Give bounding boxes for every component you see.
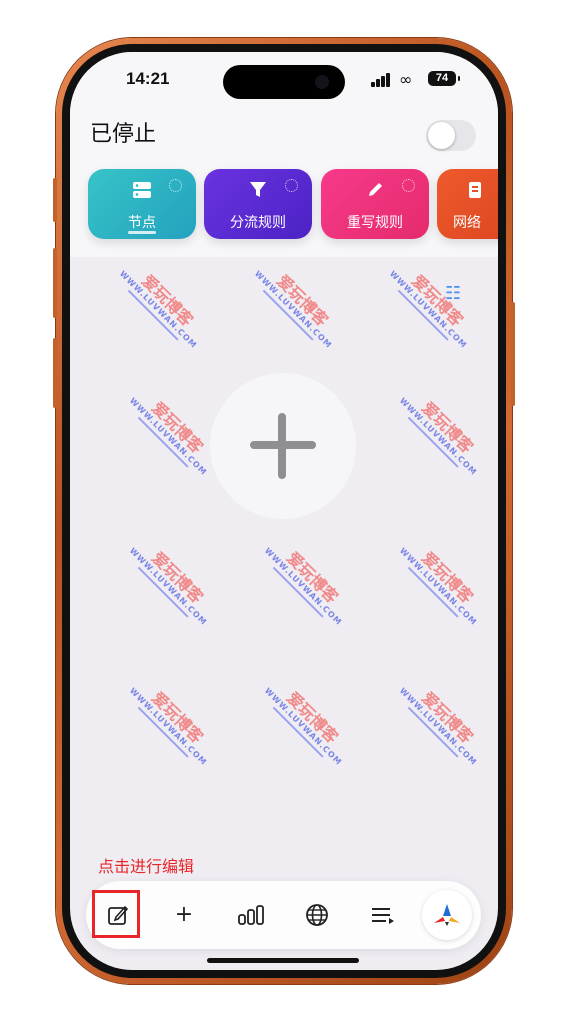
action-button [53, 178, 57, 222]
volume-down-button [53, 338, 57, 408]
watermark: 爱玩博客WWW.LUVWAN.COM [118, 268, 199, 350]
add-node-button[interactable] [210, 373, 356, 519]
add-icon[interactable]: + [160, 891, 208, 939]
signal-icon [371, 73, 393, 87]
camera-icon [315, 75, 329, 89]
card-routing-rules[interactable]: 分流规则 [204, 169, 312, 239]
battery-icon: 74 [428, 71, 456, 86]
watermark: 爱玩博客WWW.LUVWAN.COM [398, 685, 479, 767]
status-dot-icon [285, 179, 298, 192]
card-label: 节点 [128, 215, 156, 231]
link-icon: ∞ [399, 70, 413, 89]
screen: 14:21 ∞ 74 已停止 节点 分流规则 重写规则 网络 爱玩博客 WWW.… [70, 52, 498, 970]
status-dot-icon [169, 179, 182, 192]
watermark: 爱玩博客WWW.LUVWAN.COM [128, 685, 209, 767]
home-indicator [207, 958, 359, 963]
card-label: 网络 [453, 215, 481, 231]
power-button [511, 302, 515, 406]
document-icon [467, 181, 483, 204]
card-rewrite-rules[interactable]: 重写规则 [321, 169, 429, 239]
watermark: 爱玩博客WWW.LUVWAN.COM [388, 268, 469, 350]
watermark: 爱玩博客WWW.LUVWAN.COM [128, 395, 209, 477]
stats-icon[interactable] [227, 891, 275, 939]
watermark: 爱玩博客WWW.LUVWAN.COM [253, 268, 334, 350]
plus-icon-bar [250, 441, 316, 449]
toggle-knob [428, 122, 455, 149]
watermark: 爱玩博客WWW.LUVWAN.COM [398, 545, 479, 627]
list-icon[interactable] [359, 891, 407, 939]
dynamic-island [223, 65, 345, 99]
globe-icon[interactable] [293, 891, 341, 939]
edit-highlight-box [92, 890, 140, 938]
status-time: 14:21 [126, 69, 170, 88]
watermark: 爱玩博客WWW.LUVWAN.COM [263, 685, 344, 767]
battery-tip [458, 76, 460, 81]
vpn-toggle[interactable] [426, 120, 476, 151]
note-icon[interactable]: ☷ [445, 283, 461, 304]
edit-hint-text: 点击进行编辑 [98, 857, 195, 876]
app-logo-icon[interactable] [422, 890, 472, 940]
card-nodes[interactable]: 节点 [88, 169, 196, 239]
volume-up-button [53, 248, 57, 318]
selected-indicator [128, 231, 156, 234]
watermark: 爱玩博客WWW.LUVWAN.COM [398, 395, 479, 477]
card-network[interactable]: 网络 [437, 169, 498, 239]
card-label: 重写规则 [347, 215, 403, 231]
watermark: 爱玩博客WWW.LUVWAN.COM [128, 545, 209, 627]
watermark: 爱玩博客WWW.LUVWAN.COM [263, 545, 344, 627]
vpn-status: 已停止 [90, 122, 157, 147]
status-dot-icon [402, 179, 415, 192]
card-label: 分流规则 [230, 215, 286, 231]
